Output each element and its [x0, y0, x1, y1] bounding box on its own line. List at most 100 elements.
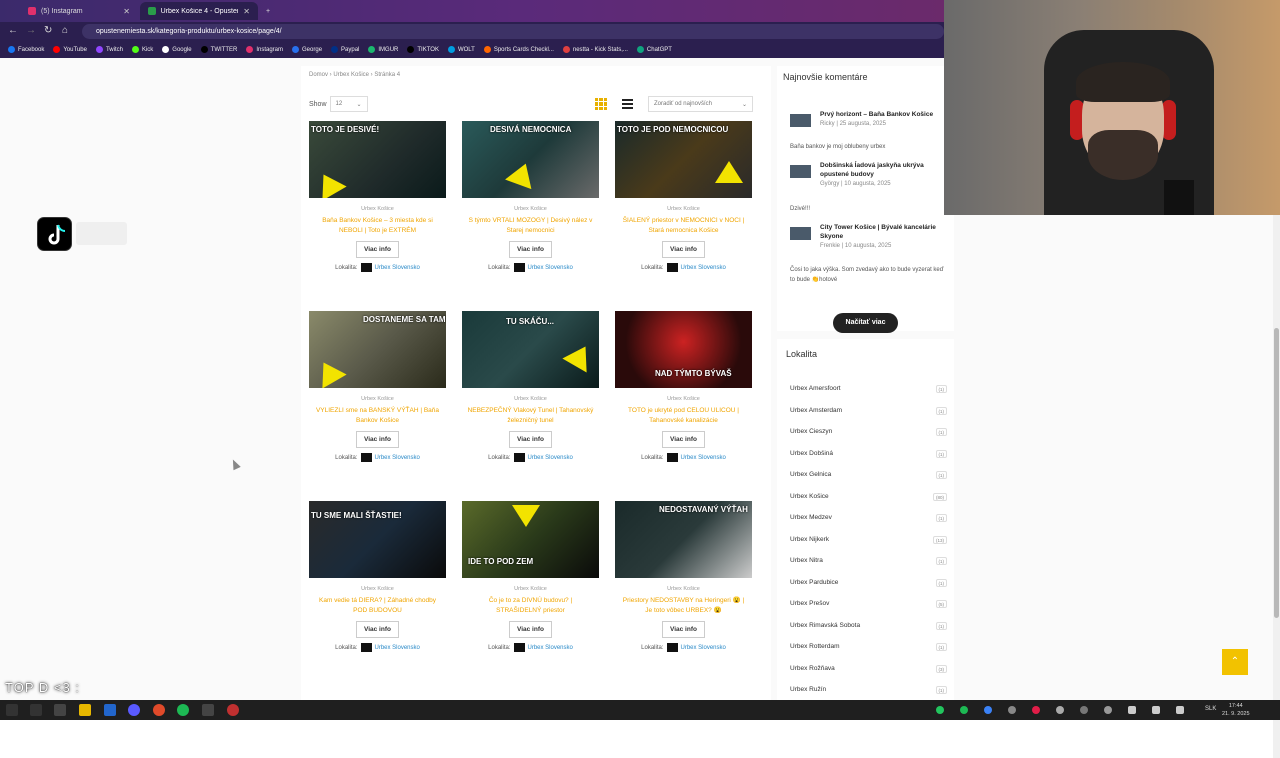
clock[interactable]: 17:44 21. 9. 2025: [1222, 702, 1250, 718]
more-info-button[interactable]: Viac info: [509, 431, 552, 448]
forward-icon[interactable]: →: [26, 25, 36, 36]
location-name[interactable]: Urbex Rimavská Sobota: [790, 622, 860, 630]
scroll-to-top-button[interactable]: ⌃: [1222, 649, 1248, 675]
close-icon[interactable]: ✕: [123, 7, 130, 16]
product-title[interactable]: Čo je to za DIVNÚ budovu? | STRAŠIDELNÝ …: [467, 596, 595, 616]
product-thumbnail[interactable]: TU SME MALI ŠŤASTIE!: [309, 501, 446, 578]
tray-icon[interactable]: [936, 706, 944, 714]
product-thumbnail[interactable]: DESIVÁ NEMOCNICA: [462, 121, 599, 198]
app-icon[interactable]: [227, 704, 239, 716]
product-thumbnail[interactable]: TOTO JE POD NEMOCNICOU: [615, 121, 752, 198]
location-name[interactable]: Urbex Medzev: [790, 514, 832, 522]
location-name[interactable]: Urbex Dobšiná: [790, 450, 833, 458]
product-title[interactable]: Priestory NEDOSTAVBY na Heringeri 😮 | Je…: [620, 596, 748, 616]
location-name[interactable]: Urbex Gelnica: [790, 471, 831, 479]
file-explorer-icon[interactable]: [79, 704, 91, 716]
product-title[interactable]: S týmto VRTALI MOZOGY | Desivý nález v S…: [467, 216, 595, 236]
product-thumbnail[interactable]: NAD TÝMTO BÝVAŠ: [615, 311, 752, 388]
product-thumbnail[interactable]: NEDOSTAVANÝ VÝŤAH: [615, 501, 752, 578]
location-name[interactable]: Urbex Amersfoort: [790, 385, 841, 393]
location-name[interactable]: Urbex Nijkerk: [790, 536, 829, 544]
tray-icon[interactable]: [1008, 706, 1016, 714]
bookmark-youtube[interactable]: YouTube: [53, 46, 87, 53]
location-link[interactable]: Urbex Slovensko: [375, 455, 420, 461]
location-link[interactable]: Urbex Slovensko: [681, 645, 726, 651]
reload-icon[interactable]: ↻: [44, 25, 52, 36]
location-link[interactable]: Urbex Slovensko: [375, 265, 420, 271]
product-category[interactable]: Urbex Košice: [462, 396, 599, 402]
comment-post-link[interactable]: City Tower Košice | Bývalé kancelárie Sk…: [820, 223, 947, 241]
location-link[interactable]: Urbex Slovensko: [528, 455, 573, 461]
location-item[interactable]: Urbex Rimavská Sobota (1): [790, 621, 947, 630]
task-view-icon[interactable]: [54, 704, 66, 716]
more-info-button[interactable]: Viac info: [509, 621, 552, 638]
bookmark-kick[interactable]: Kick: [131, 46, 153, 53]
obs-icon[interactable]: [128, 704, 140, 716]
location-item[interactable]: Urbex Prešov (5): [790, 600, 947, 608]
bookmark-twitter[interactable]: TWITTER: [200, 46, 237, 53]
product-title[interactable]: TOTO je ukryté pod CELOU ULICOU | Tahano…: [620, 406, 748, 426]
location-link[interactable]: Urbex Slovensko: [681, 455, 726, 461]
bookmark-imgur[interactable]: IMGUR: [368, 46, 398, 53]
per-page-select[interactable]: 12 ⌄: [329, 96, 368, 112]
tab-urbex[interactable]: Urbex Košice 4 - Opustené Mie... ✕: [140, 2, 258, 20]
product-category[interactable]: Urbex Košice: [615, 586, 752, 592]
more-info-button[interactable]: Viac info: [356, 621, 399, 638]
more-info-button[interactable]: Viac info: [509, 241, 552, 258]
location-name[interactable]: Urbex Nitra: [790, 557, 823, 565]
search-icon[interactable]: [30, 704, 42, 716]
back-icon[interactable]: ←: [8, 25, 18, 36]
location-link[interactable]: Urbex Slovensko: [375, 645, 420, 651]
location-item[interactable]: Urbex Medzev (1): [790, 514, 947, 522]
product-thumbnail[interactable]: DOSTANEME SA TAM?: [309, 311, 446, 388]
location-item[interactable]: Urbex Gelnica (1): [790, 471, 947, 479]
more-info-button[interactable]: Viac info: [662, 431, 705, 448]
tab-instagram[interactable]: (5) Instagram ✕: [20, 2, 138, 20]
tray-icon[interactable]: [1032, 706, 1040, 714]
app-icon[interactable]: [202, 704, 214, 716]
comment-thumbnail[interactable]: [790, 227, 811, 240]
product-thumbnail[interactable]: TU SKÁČU...: [462, 311, 599, 388]
start-icon[interactable]: [6, 704, 18, 716]
product-title[interactable]: ŠIALENÝ priestor v NEMOCNICI v NOCI | St…: [620, 216, 748, 236]
grid-view-icon[interactable]: [595, 98, 607, 110]
location-item[interactable]: Urbex Ružín (1): [790, 686, 947, 694]
spotify-icon[interactable]: [177, 704, 189, 716]
tray-icon[interactable]: [1080, 706, 1088, 714]
product-thumbnail[interactable]: IDE TO POD ZEM: [462, 501, 599, 578]
product-category[interactable]: Urbex Košice: [615, 206, 752, 212]
bookmark-george[interactable]: George: [292, 46, 322, 53]
location-name[interactable]: Urbex Rotterdam: [790, 643, 840, 651]
chrome-icon[interactable]: [153, 704, 165, 716]
comment-post-link[interactable]: Prvý horizont – Baňa Bankov Košice: [820, 110, 947, 119]
product-title[interactable]: VYLIEZLI sme na BANSKÝ VÝŤAH | Baňa Bank…: [314, 406, 442, 426]
location-item[interactable]: Urbex Nijkerk (13): [790, 535, 947, 544]
product-category[interactable]: Urbex Košice: [309, 586, 446, 592]
new-tab-button[interactable]: +: [258, 2, 274, 20]
bookmark-google[interactable]: Google: [162, 46, 192, 53]
location-name[interactable]: Urbex Prešov: [790, 600, 829, 608]
tray-icon[interactable]: [1056, 706, 1064, 714]
home-icon[interactable]: ⌂: [62, 25, 68, 36]
wifi-icon[interactable]: [1128, 706, 1136, 714]
more-info-button[interactable]: Viac info: [662, 621, 705, 638]
location-item[interactable]: Urbex Nitra (1): [790, 557, 947, 565]
location-name[interactable]: Urbex Pardubice: [790, 579, 838, 587]
product-category[interactable]: Urbex Košice: [309, 206, 446, 212]
location-item[interactable]: Urbex Amsterdam (1): [790, 406, 947, 415]
location-item[interactable]: Urbex Rotterdam (1): [790, 643, 947, 651]
sort-select[interactable]: Zoradiť od najnovších ⌄: [648, 96, 753, 112]
location-link[interactable]: Urbex Slovensko: [528, 265, 573, 271]
bookmark-facebook[interactable]: Facebook: [8, 46, 44, 53]
location-item[interactable]: Urbex Amersfoort (1): [790, 385, 947, 393]
location-link[interactable]: Urbex Slovensko: [681, 265, 726, 271]
product-category[interactable]: Urbex Košice: [462, 586, 599, 592]
product-category[interactable]: Urbex Košice: [309, 396, 446, 402]
location-item[interactable]: Urbex Dobšiná (1): [790, 449, 947, 458]
tray-icon[interactable]: [960, 706, 968, 714]
location-name[interactable]: Urbex Rožňava: [790, 665, 835, 673]
language-indicator[interactable]: SLK: [1205, 706, 1216, 712]
scrollbar-thumb[interactable]: [1274, 328, 1279, 618]
location-item[interactable]: Urbex Rožňava (3): [790, 664, 947, 673]
app-icon[interactable]: [104, 704, 116, 716]
